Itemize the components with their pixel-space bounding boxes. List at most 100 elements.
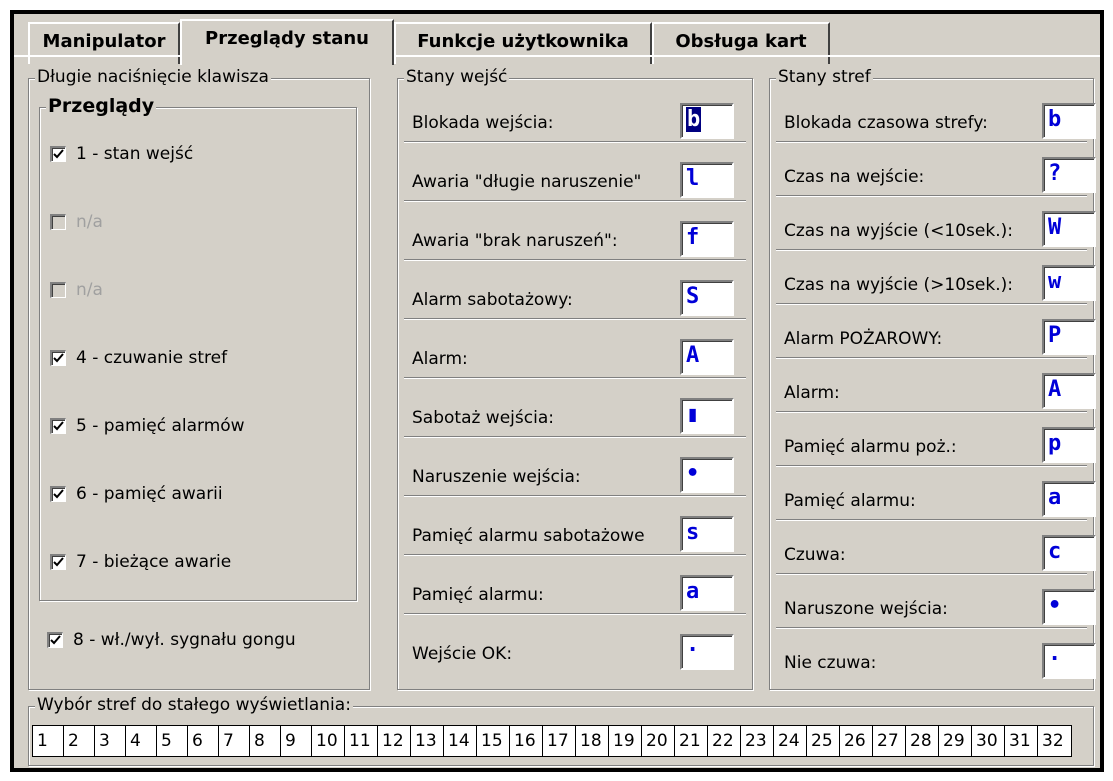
state-row: Awaria "długie naruszenie" l: [398, 156, 752, 202]
state-symbol-field[interactable]: ▮: [680, 398, 734, 434]
state-symbol-field[interactable]: ?: [1042, 157, 1096, 193]
tab-funkcje-uzytkownika[interactable]: Funkcje użytkownika: [394, 22, 652, 64]
row-separator: [776, 519, 1087, 521]
row-separator: [776, 249, 1087, 251]
zone-cell[interactable]: 30: [972, 726, 1005, 756]
zone-cell[interactable]: 23: [741, 726, 774, 756]
zone-cell[interactable]: 25: [807, 726, 840, 756]
review-checkbox-label: 4 - czuwanie stref: [76, 348, 228, 368]
reviews-group: Przeglądy 1 - stan wejść n/a n/a 4 - czuwan…: [39, 95, 357, 601]
row-separator: [776, 465, 1087, 467]
zone-cell[interactable]: 28: [906, 726, 939, 756]
row-separator: [404, 259, 746, 261]
row-separator: [776, 573, 1087, 575]
zone-cell[interactable]: 26: [840, 726, 873, 756]
review-checkbox-label: 1 - stan wejść: [76, 144, 194, 164]
state-symbol-field[interactable]: f: [680, 221, 734, 257]
state-symbol-field[interactable]: •: [680, 457, 734, 493]
review-checkbox-label: 5 - pamięć alarmów: [76, 416, 245, 436]
zone-cell[interactable]: 27: [873, 726, 906, 756]
state-symbol-field[interactable]: l: [680, 162, 734, 198]
review-checkbox-label: 6 - pamięć awarii: [76, 484, 223, 504]
state-row: Blokada czasowa strefy: b: [770, 97, 1096, 143]
state-label: Nie czuwa:: [784, 653, 877, 673]
zone-cell[interactable]: 32: [1038, 726, 1071, 756]
state-symbol-field[interactable]: a: [1042, 481, 1096, 517]
zone-cell[interactable]: 5: [157, 726, 188, 756]
zone-cell[interactable]: 1: [33, 726, 64, 756]
state-symbol-field[interactable]: b: [1042, 103, 1096, 139]
state-row: Sabotaż wejścia: ▮: [398, 392, 752, 438]
zone-cell[interactable]: 22: [708, 726, 741, 756]
review-checkbox[interactable]: [50, 350, 66, 366]
zone-cell[interactable]: 7: [219, 726, 250, 756]
check-mark-icon: [53, 557, 64, 567]
row-separator: [404, 495, 746, 497]
zone-cell[interactable]: 20: [642, 726, 675, 756]
review-checkbox[interactable]: [50, 418, 66, 434]
zone-cell[interactable]: 31: [1005, 726, 1038, 756]
state-symbol-field[interactable]: b: [680, 103, 734, 139]
state-label: Naruszenie wejścia:: [412, 467, 581, 487]
state-symbol-field[interactable]: ·: [680, 634, 734, 670]
zone-cell[interactable]: 15: [477, 726, 510, 756]
check-mark-icon: [53, 353, 64, 363]
tab-manipulator[interactable]: Manipulator: [28, 22, 180, 64]
check-mark-icon: [50, 635, 61, 645]
zone-cell[interactable]: 9: [281, 726, 312, 756]
state-symbol-field[interactable]: p: [1042, 427, 1096, 463]
tab-przeglady-stanu[interactable]: Przeglądy stanu: [180, 19, 394, 65]
row-separator: [404, 318, 746, 320]
state-label: Czuwa:: [784, 545, 846, 565]
state-symbol-field[interactable]: s: [680, 516, 734, 552]
zone-cell[interactable]: 29: [939, 726, 972, 756]
state-label: Awaria "brak naruszeń":: [412, 231, 618, 251]
zone-cell[interactable]: 19: [609, 726, 642, 756]
zone-cell[interactable]: 11: [345, 726, 378, 756]
review-checkbox[interactable]: [50, 486, 66, 502]
zone-cell[interactable]: 2: [64, 726, 95, 756]
state-symbol: S: [686, 284, 700, 309]
zone-cell[interactable]: 13: [411, 726, 444, 756]
state-symbol-field[interactable]: S: [680, 280, 734, 316]
zone-cell[interactable]: 8: [250, 726, 281, 756]
zone-cell[interactable]: 18: [576, 726, 609, 756]
review-checkbox[interactable]: [50, 554, 66, 570]
tab-obsluga-kart[interactable]: Obsługa kart: [652, 22, 830, 64]
zone-cell[interactable]: 10: [312, 726, 345, 756]
review-checkbox-label: n/a: [76, 280, 103, 300]
state-symbol-field[interactable]: w: [1042, 265, 1096, 301]
zone-cell[interactable]: 24: [774, 726, 807, 756]
state-symbol: A: [686, 343, 700, 368]
zone-cell[interactable]: 21: [675, 726, 708, 756]
zone-cell[interactable]: 4: [126, 726, 157, 756]
zone-cell[interactable]: 14: [444, 726, 477, 756]
state-symbol: b: [1048, 107, 1062, 132]
state-label: Naruszone wejścia:: [784, 599, 948, 619]
state-symbol-field[interactable]: c: [1042, 535, 1096, 571]
state-symbol: P: [1048, 323, 1062, 348]
zone-cell[interactable]: 6: [188, 726, 219, 756]
state-row: Alarm: A: [398, 333, 752, 379]
state-row: Czas na wyjście (>10sek.): w: [770, 259, 1096, 305]
state-symbol-field[interactable]: •: [1042, 589, 1096, 625]
state-row: Alarm POŻAROWY: P: [770, 313, 1096, 359]
row-separator: [776, 627, 1087, 629]
row-separator: [776, 411, 1087, 413]
zone-cell[interactable]: 16: [510, 726, 543, 756]
state-symbol-field[interactable]: A: [1042, 373, 1096, 409]
state-symbol-field[interactable]: P: [1042, 319, 1096, 355]
state-symbol: •: [686, 461, 700, 486]
state-symbol: a: [1048, 485, 1062, 510]
row-separator: [776, 195, 1087, 197]
state-symbol-field[interactable]: A: [680, 339, 734, 375]
state-symbol-field[interactable]: W: [1042, 211, 1096, 247]
review-checkbox[interactable]: [50, 146, 66, 162]
zone-cell[interactable]: 17: [543, 726, 576, 756]
zone-cell[interactable]: 3: [95, 726, 126, 756]
check-mark-icon: [53, 149, 64, 159]
state-symbol-field[interactable]: ·: [1042, 643, 1096, 679]
state-symbol-field[interactable]: a: [680, 575, 734, 611]
gong-checkbox[interactable]: [47, 632, 63, 648]
zone-cell[interactable]: 12: [378, 726, 411, 756]
